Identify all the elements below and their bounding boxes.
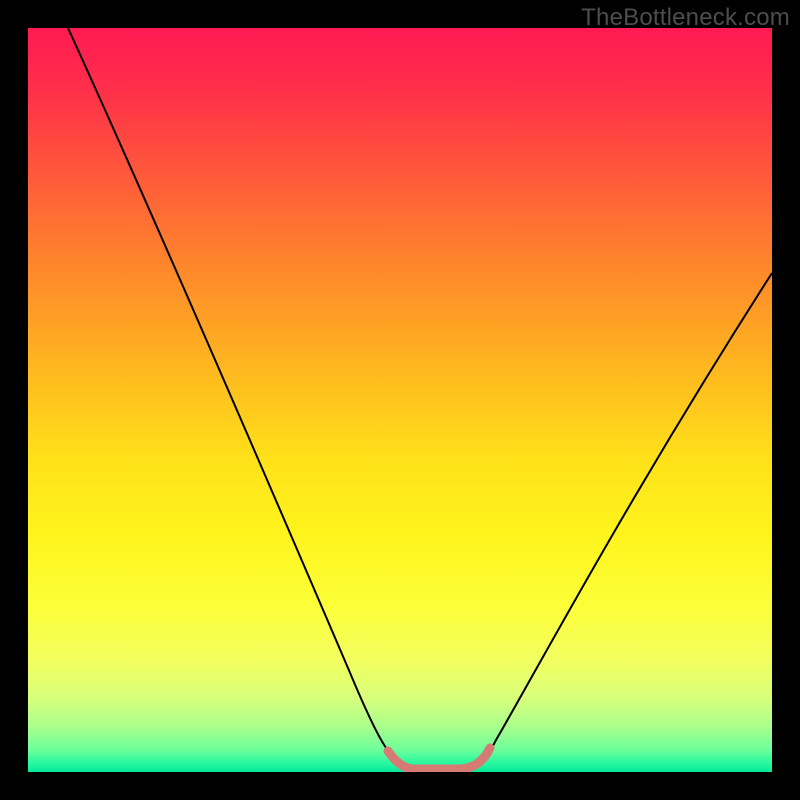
chart-frame: TheBottleneck.com: [0, 0, 800, 800]
plot-area: [28, 28, 772, 772]
bottleneck-curve: [68, 28, 772, 770]
watermark-text: TheBottleneck.com: [581, 4, 790, 32]
curve-layer: [28, 28, 772, 772]
optimal-region-highlight: [388, 748, 490, 769]
